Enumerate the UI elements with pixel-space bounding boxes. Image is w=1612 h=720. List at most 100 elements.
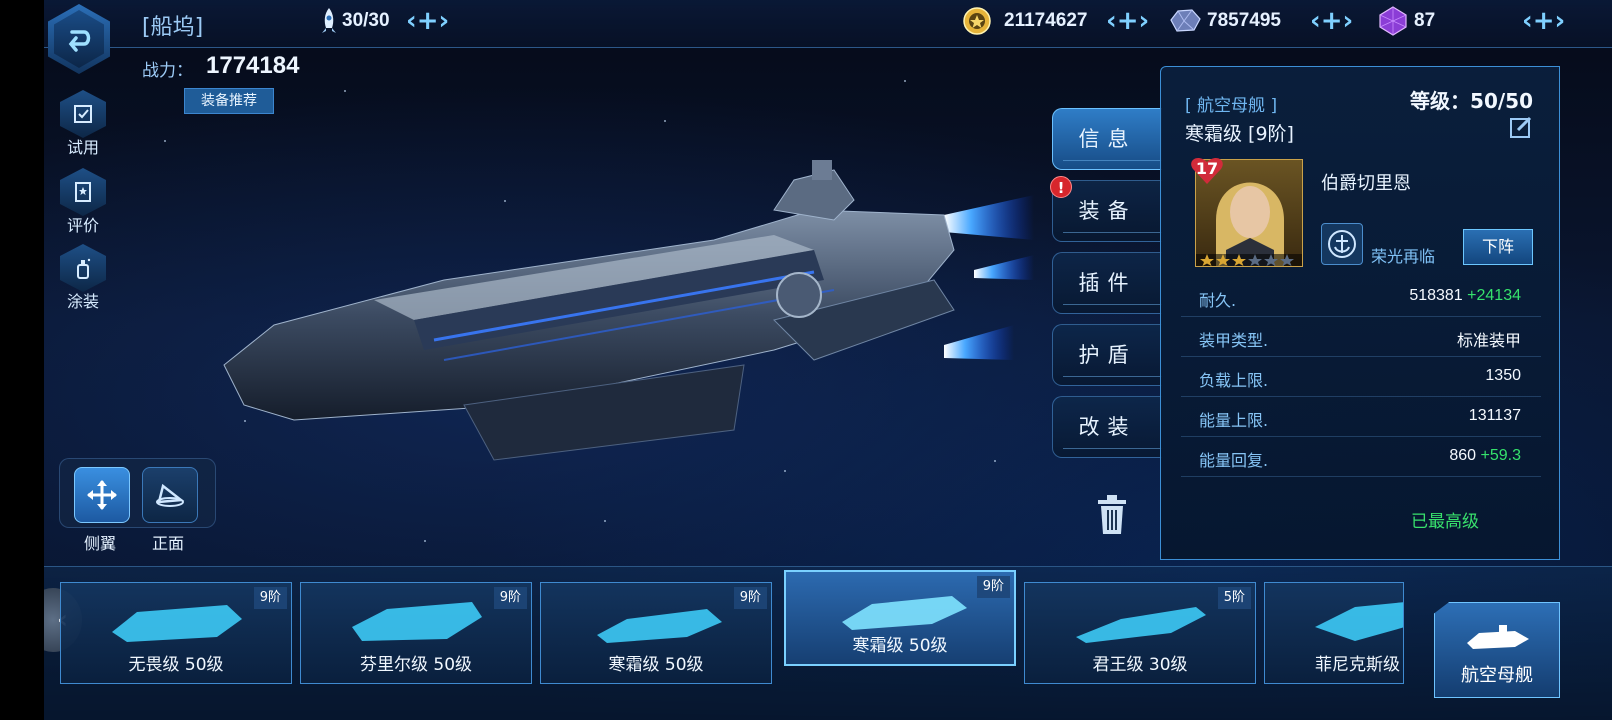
ship-thumbnail: [1315, 602, 1403, 641]
ship-card[interactable]: 9阶 无畏级 50级: [60, 582, 292, 684]
stat-row-armor-type: 装甲类型. 标准装甲: [1181, 317, 1541, 357]
trash-icon[interactable]: [1094, 494, 1130, 536]
trial-button[interactable]: 试用: [58, 90, 108, 158]
ship-thumbnail: [597, 609, 722, 643]
review-button[interactable]: 评价: [58, 168, 108, 236]
max-level-text: 已最高级: [1411, 512, 1479, 532]
paint-icon: [77, 258, 91, 279]
ship-card[interactable]: 9阶 寒霜级 50级: [540, 582, 772, 684]
ship-type: [ 航空母舰 ]: [1185, 96, 1278, 116]
captain-name: 伯爵切里恩: [1321, 173, 1411, 194]
star: [424, 540, 426, 542]
add-fuel-button[interactable]: ‹+›: [406, 8, 449, 34]
page-title: [船坞]: [142, 15, 204, 40]
ship-card[interactable]: 5阶 君王级 30级: [1024, 582, 1256, 684]
side-view-button[interactable]: [74, 467, 130, 523]
stat-base: 518381: [1409, 287, 1463, 304]
ship-info-panel: [ 航空母舰 ] 寒霜级 [9阶] 等级：50/50 17 伯爵切里恩 荣光再临…: [1160, 66, 1560, 560]
fuel-count: 30/30: [342, 10, 390, 31]
tab-plugins-label: 插件: [1078, 271, 1137, 295]
add-gems-button[interactable]: ‹+›: [1522, 8, 1565, 34]
anchor-skill-icon: [1328, 230, 1356, 258]
front-view-button[interactable]: [142, 467, 198, 523]
carrier-category-button[interactable]: 航空母舰: [1434, 602, 1560, 698]
stat-label: 负载上限.: [1199, 371, 1269, 390]
captain-stars: [1200, 254, 1294, 266]
tab-plugins[interactable]: 插件: [1052, 252, 1162, 314]
carrier-ship-model: [223, 160, 1034, 461]
ship-card-name: 君王级 30级: [1092, 655, 1188, 675]
tab-info[interactable]: 信息: [1052, 108, 1162, 170]
star: [664, 120, 666, 122]
stat-bonus: +59.3: [1480, 447, 1521, 464]
ship-card-name: 菲尼克斯级: [1315, 655, 1400, 675]
stat-row-load-limit: 负载上限. 1350: [1181, 357, 1541, 397]
ship-card-name: 无畏级 50级: [128, 655, 224, 675]
ship-thumbnail: [842, 596, 967, 630]
top-bar: [船坞] 30/30 ‹+› 21174627 ‹+› 7857495 ‹+› …: [44, 0, 1612, 48]
back-arrow-icon: [68, 30, 91, 52]
tab-shield[interactable]: 护盾: [1052, 324, 1162, 386]
star: [904, 80, 906, 82]
gems-count: 87: [1414, 10, 1436, 31]
unassign-captain-button[interactable]: 下阵: [1463, 229, 1533, 265]
move-arrows-icon: [87, 480, 117, 510]
rocket-icon: [322, 8, 336, 33]
ship-thumbnail: [112, 605, 242, 642]
stat-label: 耐久.: [1199, 291, 1237, 310]
stat-row-energy-limit: 能量上限. 131137: [1181, 397, 1541, 437]
skill-button[interactable]: [1321, 223, 1363, 265]
stat-bonus: +24134: [1467, 287, 1521, 304]
ship-card[interactable]: 9阶 芬里尔级 50级: [300, 582, 532, 684]
mineral-icon: [1170, 9, 1201, 32]
carrier-category-label: 航空母舰: [1461, 665, 1533, 686]
ship-card[interactable]: 菲尼克斯级: [1264, 582, 1404, 684]
ship-level: 等级：50/50: [1410, 89, 1533, 113]
credits-count: 21174627: [1004, 10, 1088, 31]
add-minerals-button[interactable]: ‹+›: [1310, 8, 1353, 34]
view-panel: [59, 458, 216, 528]
star: [604, 520, 606, 522]
trial-icon: [74, 105, 92, 123]
equip-recommend-button[interactable]: 装备推荐: [184, 88, 274, 114]
ship-card-name: 寒霜级 50级: [608, 655, 704, 675]
ship-tier: 9阶: [253, 587, 287, 609]
side-view-label: 侧翼: [84, 534, 117, 553]
star: [344, 90, 346, 92]
ship-tier: 5阶: [1217, 587, 1251, 609]
tab-refit[interactable]: 改装: [1052, 396, 1162, 458]
stat-label: 装甲类型.: [1199, 331, 1269, 350]
edit-icon[interactable]: [1509, 115, 1533, 139]
skill-name: 荣光再临: [1371, 247, 1436, 266]
ship-card-name: 寒霜级 50级: [852, 636, 948, 656]
stat-label: 能量上限.: [1199, 411, 1269, 430]
tab-equipment-label: 装备: [1078, 199, 1137, 223]
stat-value: 标准装甲: [1456, 333, 1521, 350]
tab-shield-label: 护盾: [1078, 343, 1137, 367]
stat-value: 860 +59.3: [1449, 447, 1521, 465]
ship-tier: 9阶: [733, 587, 767, 609]
stat-label: 能量回复.: [1199, 451, 1269, 470]
front-view-icon: [156, 483, 185, 507]
stat-value: 1350: [1485, 367, 1521, 384]
tab-info-label: 信息: [1078, 127, 1137, 151]
ship-tier: 9阶: [493, 587, 527, 609]
stat-value: 131137: [1468, 407, 1521, 424]
ship-thumbnail: [352, 602, 482, 641]
paint-button[interactable]: 涂装: [58, 244, 108, 312]
power-value: 1774184: [206, 52, 300, 79]
alert-badge: !: [1050, 176, 1072, 198]
star: [164, 140, 166, 142]
add-credits-button[interactable]: ‹+›: [1106, 8, 1149, 34]
ship-card-selected[interactable]: 9阶 寒霜级 50级: [784, 570, 1016, 666]
stat-base: 860: [1449, 447, 1477, 464]
front-view-label: 正面: [152, 534, 185, 553]
review-icon: [75, 182, 91, 202]
minerals-count: 7857495: [1207, 10, 1281, 31]
game-stage: [船坞] 30/30 ‹+› 21174627 ‹+› 7857495 ‹+› …: [44, 0, 1612, 720]
ship-card-name: 芬里尔级 50级: [359, 655, 473, 675]
power-label: 战力：: [142, 61, 193, 81]
ship-tier: 9阶: [976, 576, 1010, 598]
tab-refit-label: 改装: [1078, 415, 1137, 439]
stat-row-energy-regen: 能量回复. 860 +59.3: [1181, 437, 1541, 477]
